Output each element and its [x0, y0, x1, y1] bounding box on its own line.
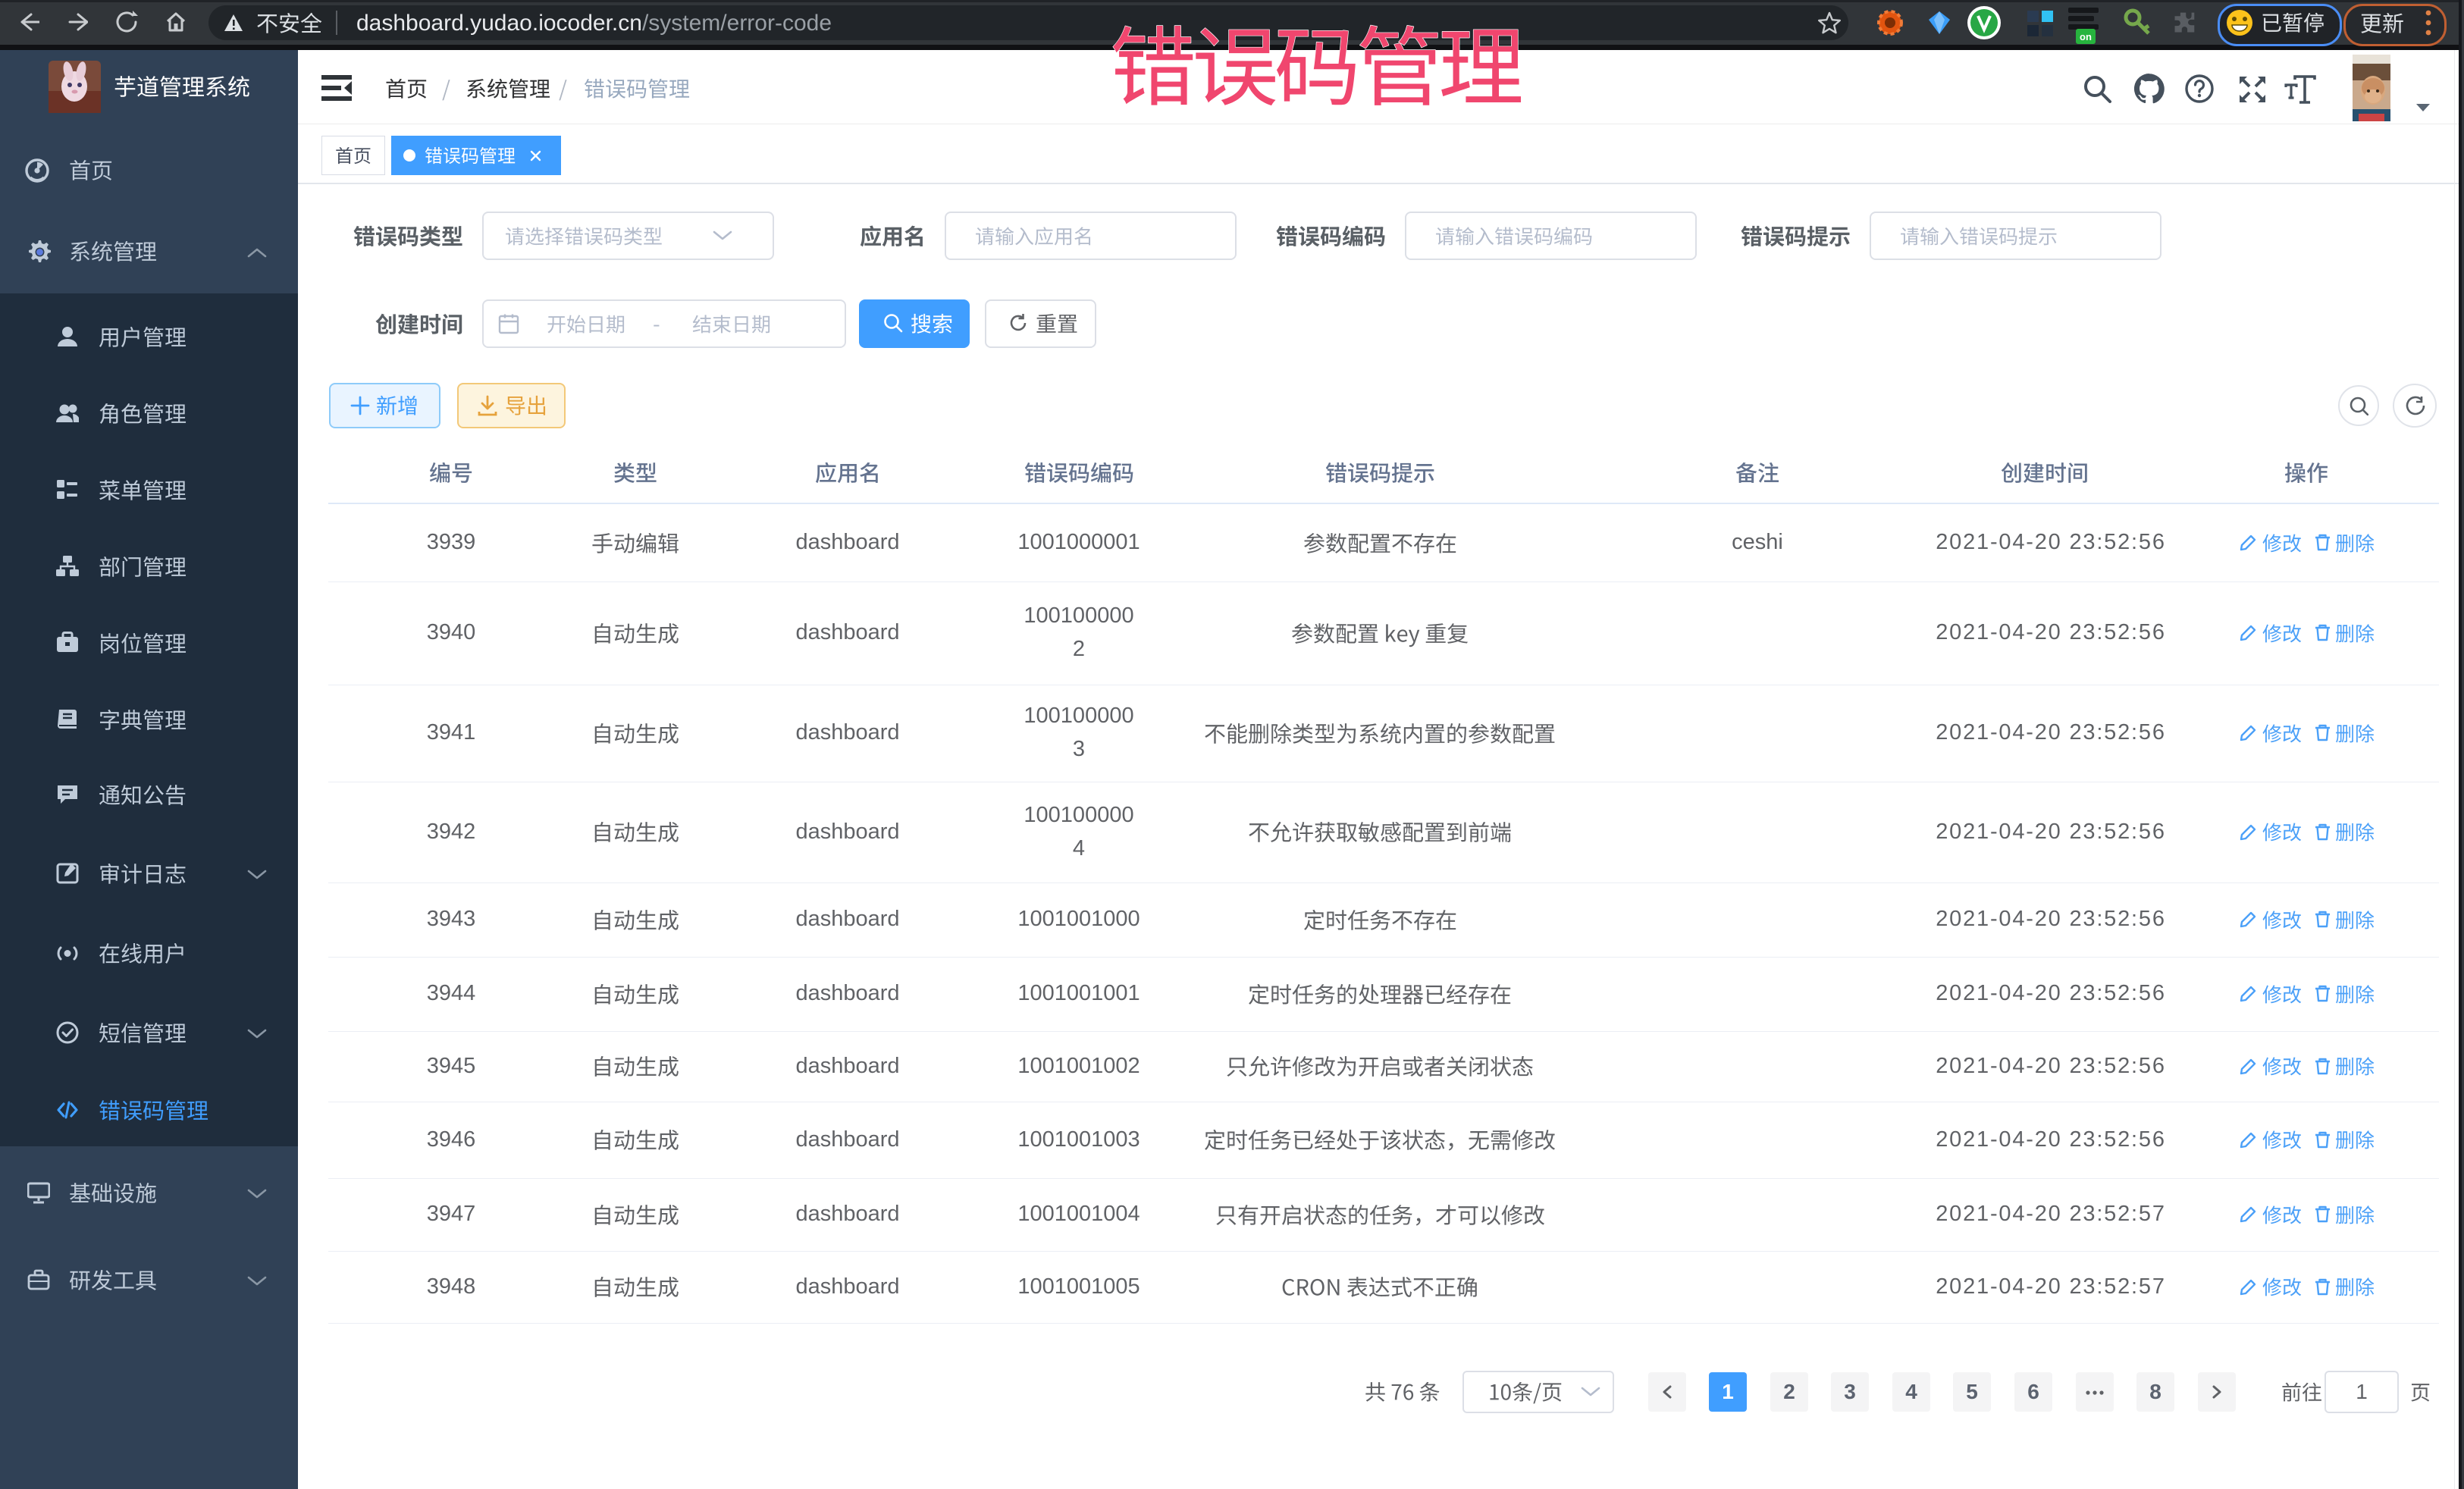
svg-text:on: on — [2080, 31, 2092, 42]
